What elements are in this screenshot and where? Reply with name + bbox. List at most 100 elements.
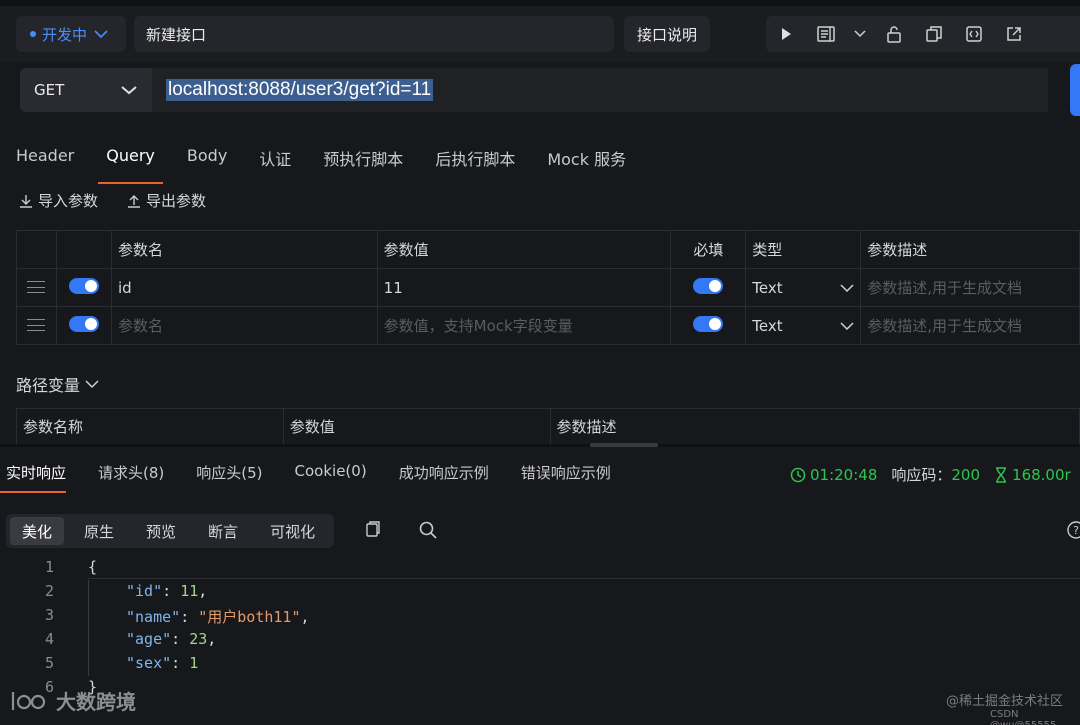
- enable-cell: [55, 306, 112, 345]
- table-row: id 11 Text 参数描述,用于生成文档: [16, 268, 1080, 307]
- response-duration-value: 168.00r: [1012, 465, 1071, 484]
- chevron-down-icon: [121, 86, 137, 95]
- response-meta: 01:20:48 响应码：200 168.00r: [790, 464, 1071, 485]
- import-params-button[interactable]: 导入参数: [18, 190, 98, 211]
- view-mode-preview[interactable]: 预览: [134, 517, 188, 545]
- copy-response-icon[interactable]: [364, 520, 386, 542]
- upload-icon: [128, 194, 141, 208]
- status-dropdown[interactable]: 开发中: [16, 16, 126, 52]
- tab-response-headers[interactable]: 响应头(5): [196, 456, 262, 491]
- response-tabs: 实时响应 请求头(8) 响应头(5) Cookie(0) 成功响应示例 错误响应…: [0, 456, 643, 493]
- method-select[interactable]: GET: [20, 68, 152, 112]
- json-key: "name": [126, 608, 181, 626]
- share-icon[interactable]: [994, 16, 1034, 52]
- json-key: "id": [126, 582, 163, 600]
- unlock-icon[interactable]: [874, 16, 914, 52]
- search-icon[interactable]: [418, 520, 440, 542]
- json-value: 11: [180, 582, 199, 600]
- tab-success-example[interactable]: 成功响应示例: [399, 456, 489, 491]
- tab-body[interactable]: Body: [187, 140, 227, 180]
- json-key: "sex": [126, 654, 172, 672]
- api-name-input[interactable]: 新建接口: [134, 16, 614, 52]
- code-icon[interactable]: [954, 16, 994, 52]
- drag-handle-icon: [27, 280, 46, 293]
- view-mode-raw[interactable]: 原生: [72, 517, 126, 545]
- export-params-button[interactable]: 导出参数: [126, 190, 206, 211]
- line-number: 2: [44, 582, 54, 600]
- path-vars-title: 路径变量: [16, 376, 81, 395]
- tab-error-example[interactable]: 错误响应示例: [521, 456, 611, 491]
- response-duration: 168.00r: [994, 466, 1071, 484]
- line-number: 3: [44, 606, 54, 624]
- send-button[interactable]: [1070, 64, 1080, 116]
- help-icon[interactable]: ?: [1066, 520, 1080, 542]
- watermark-author: CSDN @wu@55555: [990, 709, 1056, 725]
- enable-toggle[interactable]: [68, 315, 99, 332]
- watermark-logo-text: 大数跨境: [56, 690, 136, 714]
- required-toggle[interactable]: [693, 315, 724, 332]
- required-toggle[interactable]: [693, 277, 724, 294]
- col-header-name: 参数名: [110, 230, 378, 269]
- view-mode-assert[interactable]: 断言: [196, 517, 250, 545]
- param-desc-cell[interactable]: 参数描述,用于生成文档: [860, 306, 1080, 345]
- enable-toggle[interactable]: [68, 277, 99, 294]
- view-mode-visualize[interactable]: 可视化: [258, 517, 327, 545]
- import-params-label: 导入参数: [38, 192, 99, 210]
- tab-post-script[interactable]: 后执行脚本: [435, 140, 515, 180]
- response-body[interactable]: 1 2 3 4 5 6 { "id": 11, "name": "用户both1…: [0, 556, 1080, 725]
- drag-handle[interactable]: [16, 306, 57, 345]
- type-select[interactable]: Text: [745, 306, 862, 345]
- view-mode-bar: 美化 原生 预览 断言 可视化: [6, 514, 334, 548]
- tab-pre-script[interactable]: 预执行脚本: [323, 140, 403, 180]
- window-strip: [0, 0, 1080, 6]
- url-input[interactable]: localhost:8088/user3/get?id=11: [152, 68, 1048, 112]
- type-select[interactable]: Text: [745, 268, 862, 307]
- code-line: "sex": 1: [126, 654, 199, 672]
- drag-handle-icon: [27, 318, 46, 331]
- method-label: GET: [34, 81, 65, 99]
- status-code-label: 响应码：: [891, 466, 952, 484]
- json-value: 1: [189, 654, 199, 672]
- view-mode-pretty[interactable]: 美化: [10, 517, 65, 545]
- line-number: 5: [44, 654, 54, 672]
- table-row: 参数名 参数值，支持Mock字段变量 Text 参数描述,用于生成文档: [16, 306, 1080, 345]
- tab-request-headers[interactable]: 请求头(8): [98, 456, 164, 491]
- tab-realtime-response[interactable]: 实时响应: [0, 456, 67, 493]
- chevron-down-icon[interactable]: [846, 16, 874, 52]
- path-vars-toggle[interactable]: 路径变量: [16, 372, 100, 396]
- param-value-cell[interactable]: 11: [376, 268, 672, 307]
- param-name-cell[interactable]: id: [110, 268, 378, 307]
- tab-query[interactable]: Query: [98, 140, 163, 184]
- svg-text:?: ?: [1073, 524, 1079, 537]
- required-cell: [670, 268, 747, 307]
- status-code-value: 200: [951, 466, 981, 484]
- api-doc-button[interactable]: 接口说明: [624, 16, 710, 52]
- col-header-type: 类型: [745, 230, 862, 269]
- drag-handle[interactable]: [16, 268, 57, 307]
- tab-header[interactable]: Header: [16, 140, 74, 180]
- param-desc-cell[interactable]: 参数描述,用于生成文档: [860, 268, 1080, 307]
- tab-mock[interactable]: Mock 服务: [547, 140, 626, 180]
- json-key: "age": [126, 630, 172, 648]
- response-time-value: 01:20:48: [810, 465, 878, 484]
- request-tabs: Header Query Body 认证 预执行脚本 后执行脚本 Mock 服务: [16, 140, 658, 184]
- status-dot-icon: [30, 31, 36, 37]
- copy-icon[interactable]: [914, 16, 954, 52]
- brand-logo-icon: [11, 691, 46, 710]
- param-value-cell[interactable]: 参数值，支持Mock字段变量: [376, 306, 672, 345]
- code-line: {: [88, 558, 97, 576]
- query-params-table: 参数名 参数值 必填 类型 参数描述 id 11 Text 参数描述,用于生成文…: [16, 230, 1080, 345]
- path-vars-table: 参数名称 参数值 参数描述: [16, 408, 1080, 445]
- line-number: 1: [44, 558, 54, 576]
- run-icon[interactable]: [766, 16, 806, 52]
- chevron-down-icon: [94, 30, 108, 39]
- response-time: 01:20:48: [790, 466, 877, 484]
- tab-auth[interactable]: 认证: [259, 140, 291, 180]
- resize-handle[interactable]: [590, 443, 658, 447]
- table-header-row: 参数名称 参数值 参数描述: [16, 408, 1080, 445]
- save-layout-icon[interactable]: [806, 16, 846, 52]
- col-header-desc: 参数描述: [860, 230, 1080, 269]
- tab-cookies[interactable]: Cookie(0): [295, 456, 367, 491]
- enable-cell: [55, 268, 112, 307]
- param-name-cell[interactable]: 参数名: [110, 306, 378, 345]
